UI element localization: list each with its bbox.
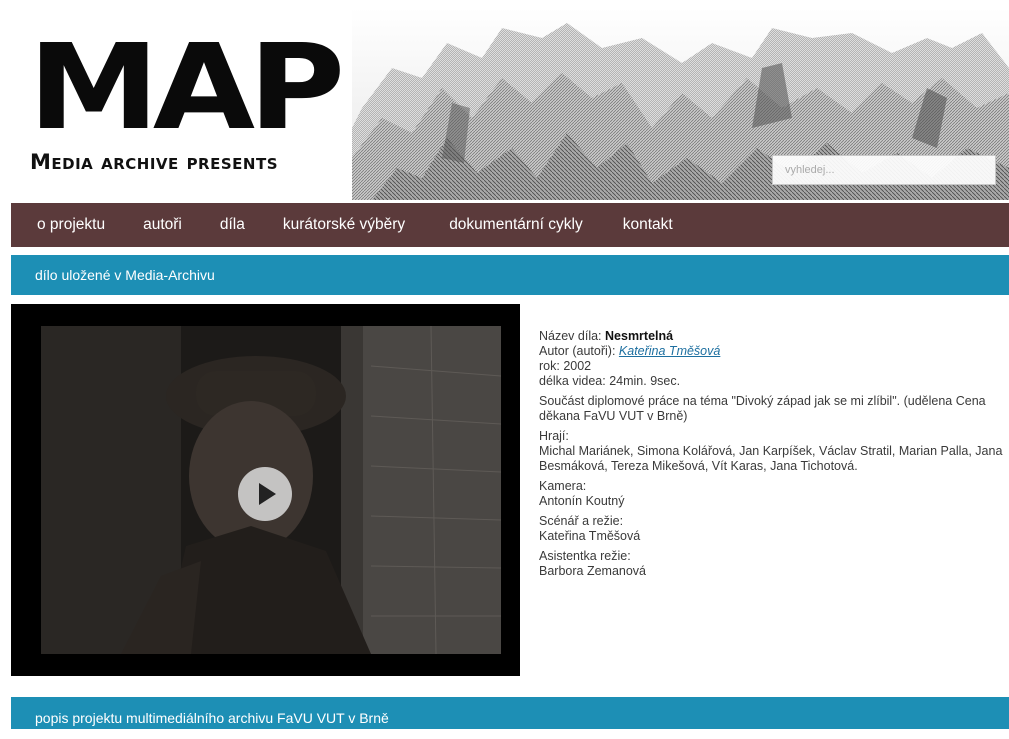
work-details: Název díla: Nesmrtelná Autor (autoři): K… — [539, 329, 1004, 584]
header: MAP Media archive presents — [0, 0, 1009, 200]
assistant-value: Barbora Zemanová — [539, 564, 647, 578]
work-description: Součást diplomové práce na téma "Divoký … — [539, 394, 986, 423]
cast-list: Michal Mariánek, Simona Kolářová, Jan Ka… — [539, 444, 1003, 473]
video-player[interactable] — [11, 304, 520, 676]
year-label: rok: — [539, 359, 560, 373]
section-title-project: popis projektu multimediálního archivu F… — [11, 697, 1009, 729]
nav-item-autori[interactable]: autoři — [143, 216, 182, 234]
main-navigation: o projektu autoři díla kurátorské výběry… — [11, 203, 1009, 247]
work-title: Nesmrtelná — [605, 329, 674, 343]
title-label: Název díla: — [539, 329, 602, 343]
length-label: délka videa: — [539, 374, 606, 388]
search-input[interactable] — [772, 155, 996, 185]
nav-item-dila[interactable]: díla — [220, 216, 245, 234]
logo-subtitle: Media archive presents — [30, 150, 278, 174]
script-label: Scénář a režie: — [539, 514, 624, 528]
nav-item-kuratorske-vybery[interactable]: kurátorské výběry — [283, 216, 405, 234]
length-value: 24min. 9sec. — [609, 374, 681, 388]
assistant-label: Asistentka režie: — [539, 549, 631, 563]
author-link[interactable]: Kateřina Tměšová — [619, 344, 720, 358]
nav-item-kontakt[interactable]: kontakt — [623, 216, 673, 234]
camera-label: Kamera: — [539, 479, 587, 493]
play-button[interactable] — [238, 467, 292, 521]
logo[interactable]: MAP Media archive presents — [28, 28, 358, 178]
section-title-work: dílo uložené v Media-Archivu — [11, 255, 1009, 295]
nav-item-o-projektu[interactable]: o projektu — [37, 216, 105, 234]
script-value: Kateřina Tměšová — [539, 529, 641, 543]
year-value: 2002 — [563, 359, 592, 373]
play-icon — [259, 483, 276, 505]
logo-title: MAP — [28, 18, 345, 156]
nav-item-dokumentarni-cykly[interactable]: dokumentární cykly — [449, 216, 583, 234]
author-label: Autor (autoři): — [539, 344, 616, 358]
camera-value: Antonín Koutný — [539, 494, 625, 508]
cast-label: Hrají: — [539, 429, 569, 443]
